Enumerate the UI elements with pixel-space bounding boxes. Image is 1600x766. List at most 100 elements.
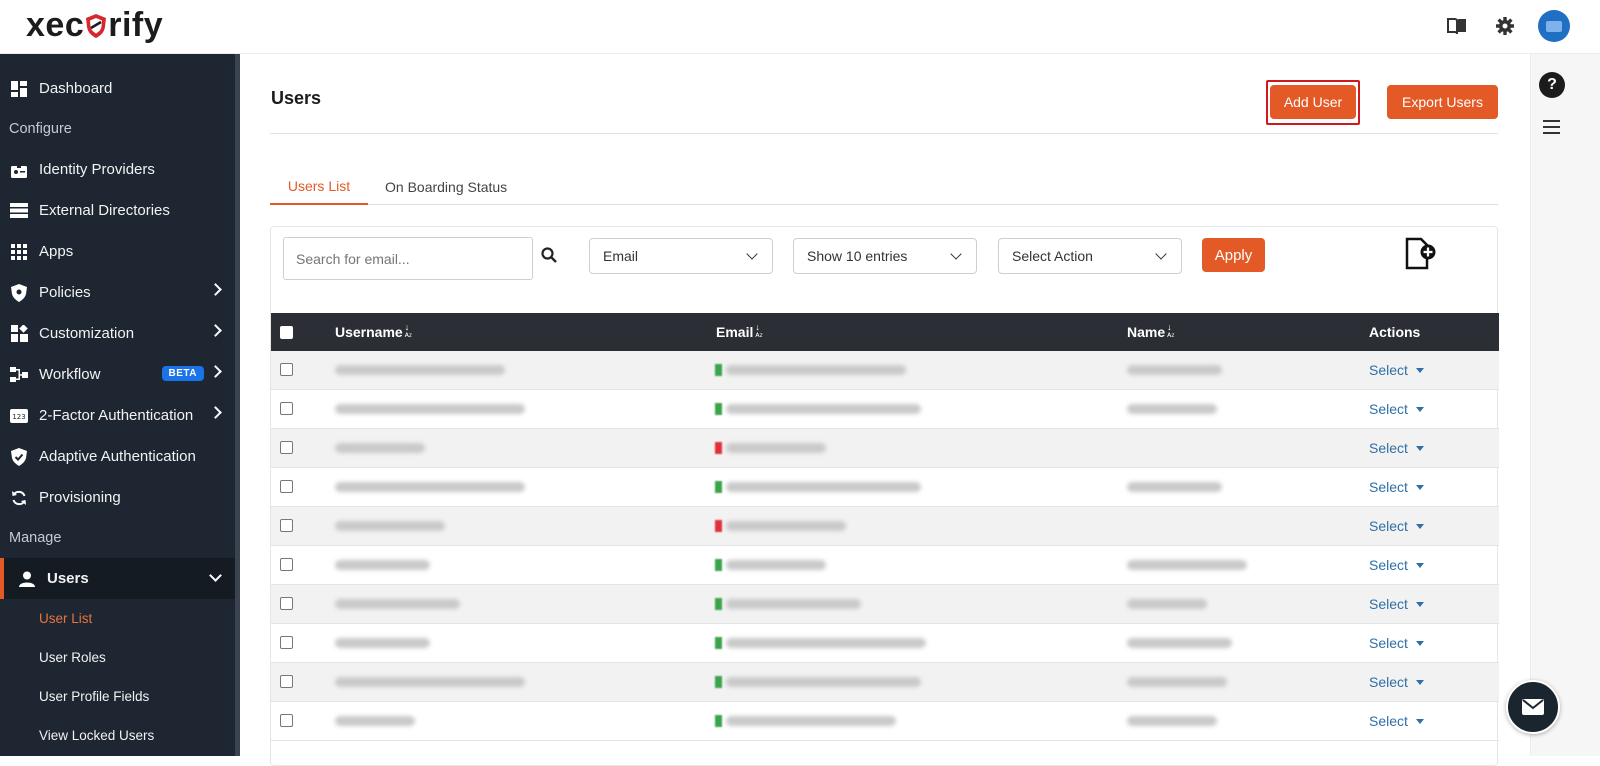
- sidebar-item-users[interactable]: Users: [0, 558, 240, 599]
- sidebar-subitem-user-list[interactable]: User List: [0, 599, 240, 638]
- username-cell-redacted: [335, 638, 430, 648]
- sidebar-item-2fa[interactable]: 123 2-Factor Authentication: [0, 395, 240, 436]
- name-cell-redacted: [1127, 677, 1227, 687]
- filter-field-select[interactable]: Email: [589, 238, 773, 274]
- chevron-right-icon: [209, 365, 222, 378]
- sidebar-item-customization[interactable]: Customization: [0, 313, 240, 354]
- row-checkbox-cell[interactable]: [280, 519, 293, 537]
- row-action-select[interactable]: Select: [1369, 479, 1424, 495]
- row-action-select[interactable]: Select: [1369, 713, 1424, 729]
- select-all-checkbox-cell[interactable]: [280, 313, 293, 351]
- id-badge-icon: [10, 161, 28, 179]
- column-email[interactable]: Email ↓ ᴬᶻ: [716, 313, 763, 351]
- mail-icon[interactable]: [1506, 680, 1560, 734]
- top-bar: xec rify: [0, 0, 1600, 54]
- row-checkbox-cell[interactable]: [280, 441, 293, 459]
- add-user-button[interactable]: Add User: [1270, 85, 1356, 119]
- row-action-select[interactable]: Select: [1369, 674, 1424, 690]
- logo-shield-icon: [85, 9, 107, 38]
- row-checkbox-cell[interactable]: [280, 675, 293, 693]
- sidebar-subitem-user-roles[interactable]: User Roles: [0, 638, 240, 677]
- dashboard-icon: [10, 80, 28, 98]
- username-cell-redacted: [335, 443, 425, 453]
- column-username[interactable]: Username ↓ ᴬᶻ: [335, 313, 412, 351]
- row-action-select[interactable]: Select: [1369, 362, 1424, 378]
- export-users-button[interactable]: Export Users: [1387, 85, 1498, 119]
- email-cell-redacted: [726, 365, 906, 375]
- search-input[interactable]: [283, 237, 533, 280]
- gear-icon[interactable]: [1490, 11, 1520, 41]
- username-cell-redacted: [335, 521, 445, 531]
- row-action-select[interactable]: Select: [1369, 635, 1424, 651]
- users-panel: Email Show 10 entries Select Action Appl…: [270, 226, 1499, 766]
- table-row: Select: [271, 390, 1499, 429]
- row-checkbox-cell[interactable]: [280, 597, 293, 615]
- row-checkbox[interactable]: [280, 636, 293, 649]
- table-row: Select: [271, 624, 1499, 663]
- row-checkbox-cell[interactable]: [280, 402, 293, 420]
- row-action-label: Select: [1369, 479, 1408, 495]
- select-all-checkbox[interactable]: [280, 325, 293, 339]
- row-checkbox[interactable]: [280, 675, 293, 688]
- row-action-label: Select: [1369, 674, 1408, 690]
- row-checkbox[interactable]: [280, 363, 293, 376]
- caret-down-icon: [1415, 562, 1424, 568]
- row-checkbox-cell[interactable]: [280, 636, 293, 654]
- add-file-icon[interactable]: [1405, 237, 1437, 271]
- sort-icon[interactable]: ↓ ᴬᶻ: [405, 323, 412, 341]
- row-checkbox-cell[interactable]: [280, 480, 293, 498]
- search-icon[interactable]: [541, 247, 561, 267]
- row-checkbox[interactable]: [280, 519, 293, 532]
- row-action-select[interactable]: Select: [1369, 518, 1424, 534]
- row-checkbox[interactable]: [280, 597, 293, 610]
- sidebar-item-adaptive-authentication[interactable]: Adaptive Authentication: [0, 436, 240, 477]
- email-cell-redacted: [726, 482, 921, 492]
- sidebar-item-dashboard[interactable]: Dashboard: [0, 68, 240, 109]
- status-indicator: [715, 676, 722, 688]
- row-checkbox-cell[interactable]: [280, 363, 293, 381]
- hamburger-menu-icon[interactable]: [1543, 120, 1560, 138]
- xecurify-logo[interactable]: xec rify: [26, 6, 163, 45]
- user-icon: [18, 570, 36, 588]
- guide-book-icon[interactable]: [1442, 11, 1472, 41]
- sidebar-scrollbar[interactable]: [235, 54, 240, 756]
- email-cell-redacted: [726, 677, 921, 687]
- row-action-select[interactable]: Select: [1369, 401, 1424, 417]
- row-checkbox[interactable]: [280, 441, 293, 454]
- avatar[interactable]: [1538, 10, 1570, 42]
- help-icon[interactable]: ?: [1539, 72, 1565, 98]
- sort-icon[interactable]: ↓ ᴬᶻ: [1167, 323, 1174, 341]
- sidebar-item-external-directories[interactable]: External Directories: [0, 190, 240, 231]
- sidebar: Dashboard Configure Identity Providers E…: [0, 54, 240, 756]
- column-name[interactable]: Name ↓ ᴬᶻ: [1127, 313, 1174, 351]
- row-action-select[interactable]: Select: [1369, 596, 1424, 612]
- row-action-label: Select: [1369, 440, 1408, 456]
- tab-on-boarding-status[interactable]: On Boarding Status: [385, 169, 507, 205]
- svg-text:123: 123: [12, 413, 25, 421]
- sidebar-item-label: 2-Factor Authentication: [39, 407, 194, 424]
- action-select[interactable]: Select Action: [998, 238, 1182, 274]
- sidebar-item-policies[interactable]: Policies: [0, 272, 240, 313]
- row-action-select[interactable]: Select: [1369, 440, 1424, 456]
- row-checkbox-cell[interactable]: [280, 714, 293, 732]
- sidebar-item-apps[interactable]: Apps: [0, 231, 240, 272]
- row-checkbox[interactable]: [280, 714, 293, 727]
- logo-text-left: xec: [26, 6, 85, 44]
- user-table-body: Select Select Select Select Select Select Sele…: [271, 351, 1499, 741]
- row-action-select[interactable]: Select: [1369, 557, 1424, 573]
- sidebar-item-provisioning[interactable]: Provisioning: [0, 477, 240, 518]
- sidebar-item-workflow[interactable]: Workflow BETA: [0, 354, 240, 395]
- sidebar-item-label: Adaptive Authentication: [39, 448, 196, 465]
- sidebar-subitem-view-locked-users[interactable]: View Locked Users: [0, 716, 240, 755]
- sidebar-subitem-user-profile-fields[interactable]: User Profile Fields: [0, 677, 240, 716]
- tab-users-list[interactable]: Users List: [270, 169, 368, 205]
- row-checkbox[interactable]: [280, 480, 293, 493]
- row-checkbox[interactable]: [280, 558, 293, 571]
- apply-button[interactable]: Apply: [1202, 238, 1265, 272]
- row-checkbox-cell[interactable]: [280, 558, 293, 576]
- row-checkbox[interactable]: [280, 402, 293, 415]
- entries-select[interactable]: Show 10 entries: [793, 238, 977, 274]
- sidebar-item-identity-providers[interactable]: Identity Providers: [0, 149, 240, 190]
- sort-icon[interactable]: ↓ ᴬᶻ: [755, 323, 762, 341]
- right-rail: ?: [1530, 54, 1600, 756]
